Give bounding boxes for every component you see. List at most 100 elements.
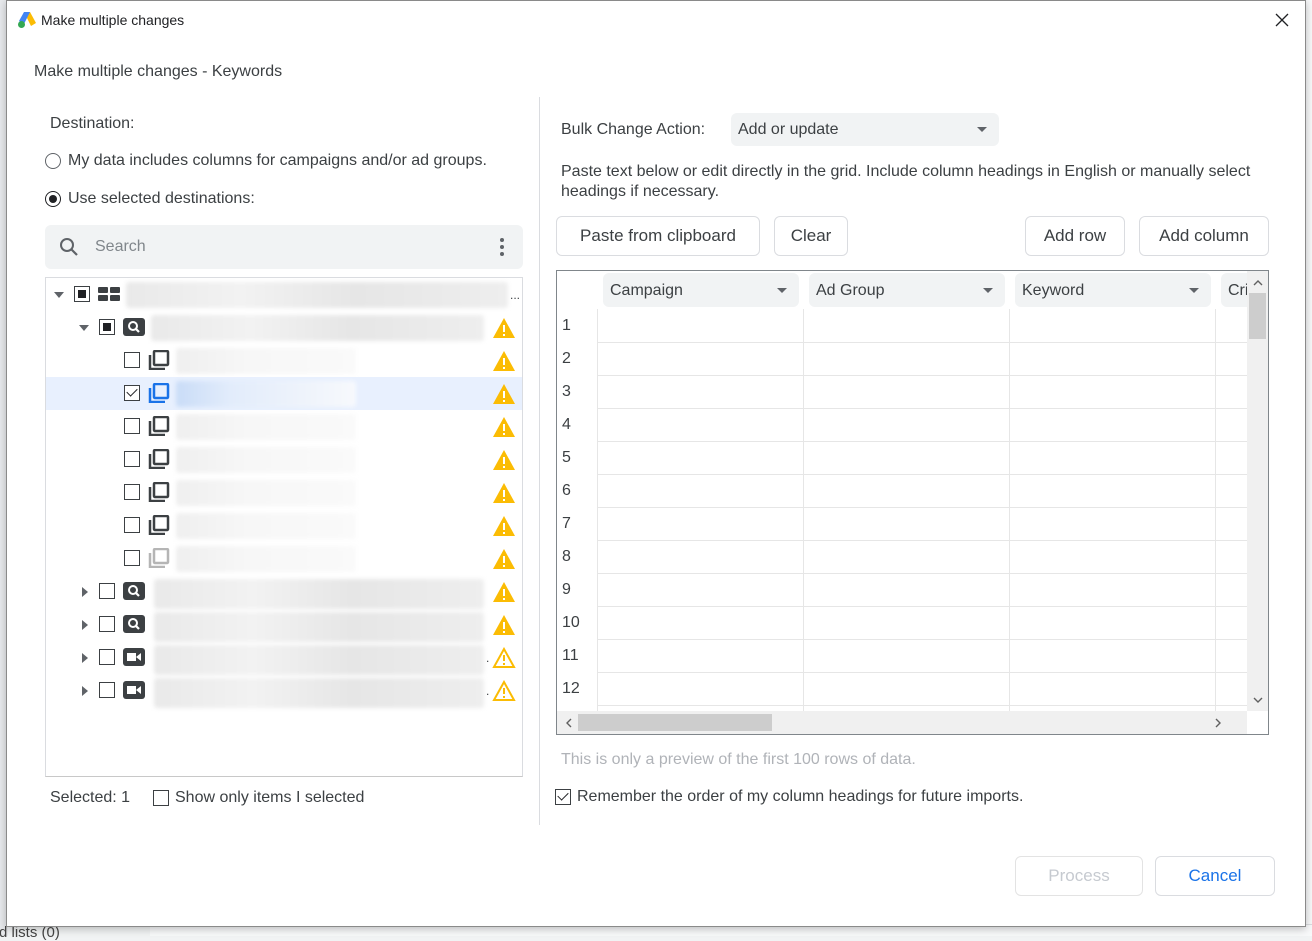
bulk-action-select[interactable]: Add or update [731, 113, 999, 146]
grid-cell[interactable] [1010, 375, 1215, 407]
tree-row-ad-group-paused[interactable] [46, 542, 522, 575]
tree-row-ad-group[interactable] [46, 509, 522, 542]
cancel-button[interactable]: Cancel [1155, 856, 1275, 896]
grid-cell[interactable] [804, 573, 1009, 605]
grid-cell[interactable] [1010, 672, 1215, 704]
grid-cell[interactable] [1010, 342, 1215, 374]
grid-cell[interactable] [1216, 639, 1246, 671]
tree-row-ad-group[interactable] [46, 443, 522, 476]
tree-row-ad-group-selected[interactable] [46, 377, 522, 410]
tree-checkbox[interactable] [124, 385, 140, 401]
grid-cell[interactable] [1010, 507, 1215, 539]
scroll-right-icon[interactable] [1209, 713, 1227, 732]
horizontal-scrollbar[interactable] [557, 711, 1247, 734]
tree-row-ad-group[interactable] [46, 476, 522, 509]
grid-cell[interactable] [1216, 672, 1246, 704]
grid-cell[interactable] [1216, 342, 1246, 374]
grid-cell[interactable] [598, 606, 803, 638]
grid-cell[interactable] [1216, 375, 1246, 407]
grid-cell[interactable] [804, 606, 1009, 638]
grid-cell[interactable] [1216, 441, 1246, 473]
add-column-button[interactable]: Add column [1139, 216, 1269, 256]
grid-cell[interactable] [1010, 540, 1215, 572]
tree-checkbox[interactable] [99, 682, 115, 698]
radio-use-selected-destinations[interactable]: Use selected destinations: [45, 190, 255, 208]
tree-row-account[interactable]: ... [46, 278, 522, 311]
tree-row-ad-group[interactable] [46, 410, 522, 443]
column-header-criterion[interactable]: Cri [1221, 273, 1247, 307]
grid-cell[interactable] [598, 408, 803, 440]
column-header-campaign[interactable]: Campaign [603, 273, 799, 307]
tree-checkbox[interactable] [124, 451, 140, 467]
grid-cell[interactable] [804, 540, 1009, 572]
scroll-down-icon[interactable] [1247, 691, 1268, 709]
grid-cell[interactable] [1010, 573, 1215, 605]
grid-cell[interactable] [804, 672, 1009, 704]
grid-cell[interactable] [804, 309, 1009, 341]
caret-down-icon[interactable] [54, 290, 64, 300]
grid-cell[interactable] [804, 342, 1009, 374]
grid-cell[interactable] [598, 342, 803, 374]
clear-button[interactable]: Clear [774, 216, 848, 256]
grid-cell[interactable] [804, 375, 1009, 407]
grid-cell[interactable] [804, 408, 1009, 440]
grid-cell[interactable] [598, 540, 803, 572]
grid-cell[interactable] [598, 474, 803, 506]
caret-right-icon[interactable] [80, 587, 90, 597]
tree-row-campaign[interactable]: . [46, 674, 522, 708]
tree-checkbox[interactable] [124, 517, 140, 533]
tree-checkbox[interactable] [99, 583, 115, 599]
radio-button[interactable] [45, 153, 61, 169]
add-row-button[interactable]: Add row [1025, 216, 1125, 256]
tree-checkbox[interactable] [124, 550, 140, 566]
checkbox[interactable] [153, 790, 169, 806]
grid-cell[interactable] [1216, 474, 1246, 506]
grid-cell[interactable] [598, 672, 803, 704]
grid-cell[interactable] [598, 507, 803, 539]
caret-right-icon[interactable] [80, 653, 90, 663]
grid-cell[interactable] [1010, 408, 1215, 440]
checkbox[interactable] [555, 789, 571, 805]
caret-right-icon[interactable] [80, 686, 90, 696]
remember-column-order-checkbox[interactable]: Remember the order of my column headings… [555, 788, 1023, 806]
tree-row-campaign[interactable] [46, 608, 522, 642]
tree-checkbox[interactable] [124, 484, 140, 500]
grid-cell[interactable] [1216, 540, 1246, 572]
vertical-scrollbar[interactable] [1247, 271, 1268, 711]
grid-cell[interactable] [804, 507, 1009, 539]
search-input[interactable] [93, 235, 473, 259]
grid-cell[interactable] [598, 639, 803, 671]
caret-right-icon[interactable] [80, 620, 90, 630]
caret-down-icon[interactable] [79, 323, 89, 333]
grid-cell[interactable] [1216, 507, 1246, 539]
grid-cell[interactable] [598, 441, 803, 473]
grid-cell[interactable] [598, 309, 803, 341]
tree-row-campaign[interactable] [46, 575, 522, 609]
show-only-selected-checkbox[interactable]: Show only items I selected [153, 789, 364, 807]
tree-row-campaign[interactable] [46, 311, 522, 344]
grid-cell[interactable] [804, 441, 1009, 473]
grid-cell[interactable] [1010, 441, 1215, 473]
radio-button[interactable] [45, 191, 61, 207]
process-button[interactable]: Process [1015, 856, 1143, 896]
tree-checkbox[interactable] [124, 418, 140, 434]
scroll-up-icon[interactable] [1247, 273, 1268, 291]
grid-cell[interactable] [804, 474, 1009, 506]
tree-checkbox[interactable] [99, 319, 115, 335]
scroll-left-icon[interactable] [559, 713, 577, 732]
grid-cell[interactable] [1010, 309, 1215, 341]
tree-row-ad-group[interactable] [46, 344, 522, 377]
grid-cell[interactable] [598, 375, 803, 407]
grid-cell[interactable] [1010, 474, 1215, 506]
grid-cell[interactable] [1216, 606, 1246, 638]
grid-cell[interactable] [804, 639, 1009, 671]
close-button[interactable] [1269, 7, 1295, 33]
grid-cell[interactable] [1010, 606, 1215, 638]
radio-data-includes-columns[interactable]: My data includes columns for campaigns a… [45, 152, 487, 170]
tree-checkbox[interactable] [99, 616, 115, 632]
grid-cell[interactable] [1216, 408, 1246, 440]
horizontal-scroll-thumb[interactable] [578, 714, 772, 731]
grid-cell[interactable] [1010, 639, 1215, 671]
vertical-scroll-thumb[interactable] [1249, 293, 1266, 339]
tree-checkbox[interactable] [124, 352, 140, 368]
